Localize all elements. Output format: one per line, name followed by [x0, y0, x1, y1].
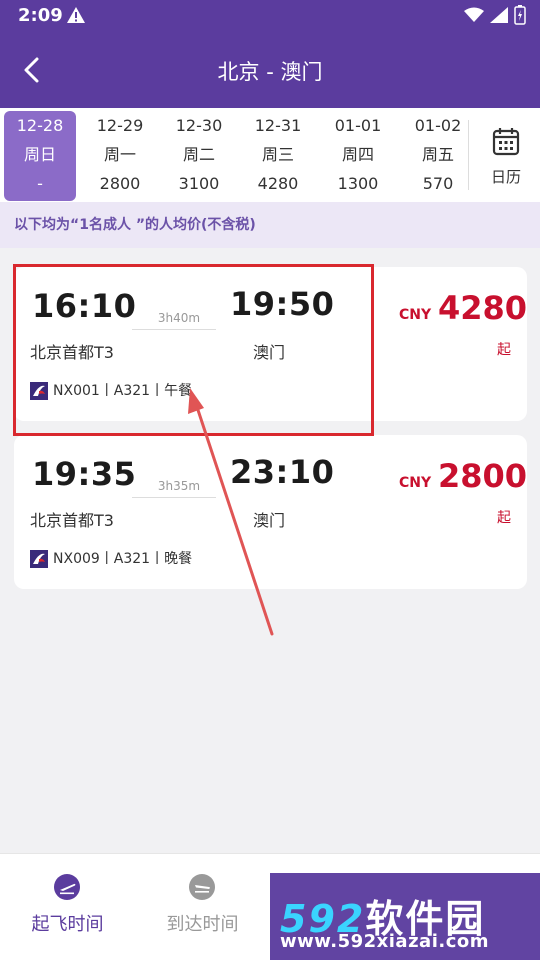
duration-line	[132, 497, 216, 498]
date-item-01-02[interactable]: 01-02 周五 570	[402, 111, 474, 201]
warning-icon	[67, 7, 85, 23]
tab-label: 起飞时间	[31, 914, 104, 935]
date-item-12-28[interactable]: 12-28 周日 -	[4, 111, 76, 201]
departure-time: 19:35	[32, 455, 137, 493]
status-icons	[464, 5, 526, 25]
tab-arrival-time[interactable]: 到达时间	[135, 854, 270, 960]
date-selector: 12-28 周日 - 12-29 周一 2800 12-30 周二 3100 12-31 周三…	[0, 108, 540, 202]
date-item-12-29[interactable]: 12-29 周一 2800	[84, 111, 156, 201]
landing-icon	[189, 874, 215, 900]
date-item-12-30[interactable]: 12-30 周二 3100	[163, 111, 235, 201]
price-value: 2800	[438, 457, 528, 495]
price-suffix: 起	[497, 510, 511, 526]
calendar-label: 日历	[490, 168, 521, 186]
flight-card[interactable]: 19:35 3h35m 23:10 北京首都T3 澳门 CNY 2800 起 N…	[14, 435, 527, 589]
price-suffix: 起	[497, 342, 511, 358]
arrival-time: 23:10	[230, 453, 335, 491]
watermark-url: www.592xiazai.com	[280, 931, 489, 952]
date-item-12-31[interactable]: 12-31 周三 4280	[242, 111, 314, 201]
price-value: 4280	[438, 289, 528, 327]
departure-airport: 北京首都T3	[30, 511, 114, 530]
tab-departure-time[interactable]: 起飞时间	[0, 854, 135, 960]
calendar-button[interactable]: 日历	[472, 108, 540, 202]
page-title: 北京 - 澳门	[217, 60, 323, 84]
signal-icon	[490, 7, 508, 23]
wifi-icon	[464, 7, 484, 22]
arrival-airport: 澳门	[253, 511, 286, 530]
battery-icon	[514, 5, 526, 25]
status-time: 2:09	[18, 5, 63, 26]
calendar-icon	[492, 128, 520, 156]
flight-info: NX009丨A321丨晚餐	[53, 551, 193, 567]
app-header: 2:09 北京 - 澳门	[0, 0, 540, 108]
price-currency: CNY	[399, 475, 432, 491]
date-divider	[468, 120, 469, 190]
price-currency: CNY	[399, 307, 432, 323]
flight-duration: 3h35m	[157, 479, 201, 493]
annotation-highlight-box	[13, 264, 374, 436]
date-item-01-01[interactable]: 01-01 周四 1300	[322, 111, 394, 201]
tab-label: 到达时间	[166, 914, 239, 935]
takeoff-icon	[54, 874, 80, 900]
airline-logo-icon	[30, 550, 48, 568]
price-notice: 以下均为“1名成人 ”的人均价(不含税)	[0, 202, 540, 248]
